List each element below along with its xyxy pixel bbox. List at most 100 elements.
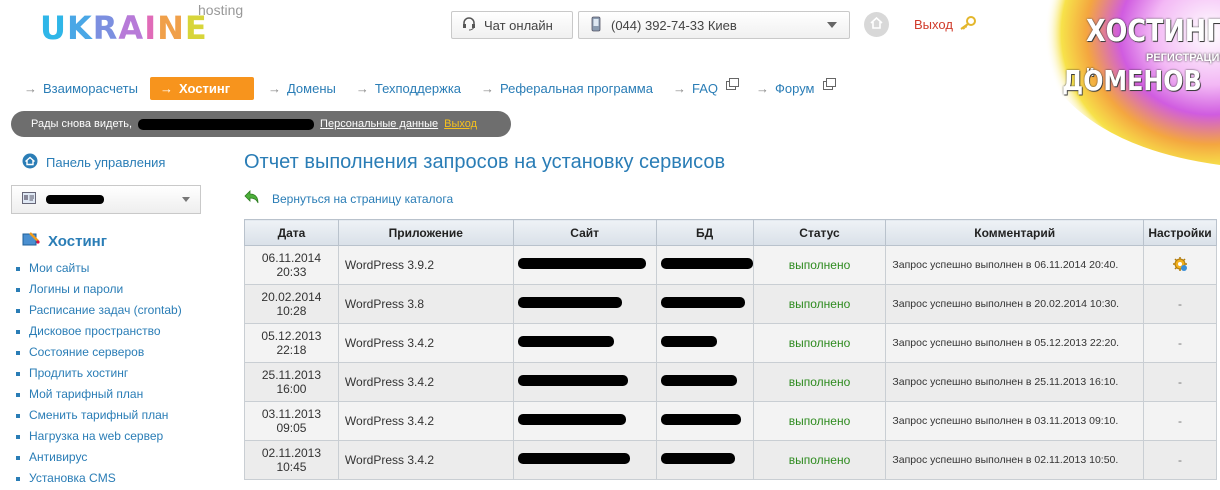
- back-to-catalog-link[interactable]: Вернуться на страницу каталога: [244, 189, 453, 208]
- sidebar-item-change-plan[interactable]: Сменить тарифный план: [16, 405, 182, 426]
- back-arrow-icon: [244, 189, 260, 208]
- cell-comment: Запрос успешно выполнен в 05.12.2013 22:…: [885, 323, 1144, 363]
- chat-online-button[interactable]: Чат онлайн: [451, 11, 573, 39]
- chevron-down-icon: [182, 197, 190, 202]
- sidebar-item-crontab[interactable]: Расписание задач (crontab): [16, 300, 182, 321]
- column-header-db[interactable]: БД: [655, 219, 754, 246]
- cell-comment: Запрос успешно выполнен в 06.11.2014 20:…: [885, 245, 1144, 285]
- phone-selected-value: (044) 392-74-33 Киев: [611, 17, 737, 33]
- sidebar-item-antivirus[interactable]: Антивирус: [16, 447, 182, 468]
- cell-date: 06.11.2014 20:33: [244, 245, 339, 285]
- phone-select[interactable]: (044) 392-74-33 Киев: [578, 11, 850, 39]
- nav-item-support[interactable]: → Техподдержка: [346, 77, 471, 100]
- column-header-date[interactable]: Дата: [244, 219, 339, 246]
- home-icon: [870, 16, 883, 32]
- settings-gear-icon[interactable]: [1172, 256, 1188, 275]
- nav-item-billing[interactable]: → Взаиморасчеты: [14, 77, 148, 100]
- arrow-right-icon: →: [756, 81, 769, 96]
- redacted-db: [660, 336, 717, 347]
- cell-date: 02.11.2013 10:45: [244, 440, 339, 480]
- bullet-icon: [16, 266, 20, 271]
- cell-site[interactable]: [512, 362, 657, 402]
- cell-site[interactable]: [512, 323, 657, 363]
- cell-app: WordPress 3.4.2: [337, 323, 514, 363]
- redacted-db: [660, 258, 753, 269]
- bullet-icon: [16, 350, 20, 355]
- cell-settings: -: [1142, 362, 1218, 402]
- nav-item-hosting[interactable]: → Хостинг: [149, 77, 254, 100]
- table-row: 06.11.2014 20:33 WordPress 3.9.2 выполнен…: [244, 245, 1218, 285]
- logout-link[interactable]: Выход: [914, 16, 977, 33]
- phone-icon: [591, 16, 601, 35]
- site-logo[interactable]: hosting UKRAINE: [40, 2, 243, 47]
- cell-db: [655, 440, 754, 480]
- table-row: 02.11.2013 10:45 WordPress 3.4.2 выполнен…: [244, 440, 1218, 480]
- cell-status: выполнено: [752, 284, 887, 324]
- sidebar-item-web-load[interactable]: Нагрузка на web сервер: [16, 426, 182, 447]
- personal-data-link[interactable]: Персональные данные: [320, 118, 438, 130]
- sidebar-item-my-plan[interactable]: Мой тарифный план: [16, 384, 182, 405]
- cell-date: 25.11.2013 16:00: [244, 362, 339, 402]
- cell-app: WordPress 3.8: [337, 284, 514, 324]
- table-row: 20.02.2014 10:28 WordPress 3.8 выполнено …: [244, 284, 1218, 324]
- column-header-app[interactable]: Приложение: [337, 219, 514, 246]
- cell-settings[interactable]: [1142, 245, 1218, 285]
- cell-site[interactable]: [512, 284, 657, 324]
- redacted-account-name: [46, 195, 104, 204]
- cell-site[interactable]: [512, 440, 657, 480]
- redacted-username: [138, 118, 315, 130]
- control-panel-label: Панель управления: [46, 155, 166, 170]
- nav-item-domains[interactable]: → Домены: [258, 77, 346, 100]
- bullet-icon: [16, 329, 20, 334]
- column-header-status[interactable]: Статус: [752, 219, 887, 246]
- table-row: 03.11.2013 09:05 WordPress 3.4.2 выполнен…: [244, 401, 1218, 441]
- cell-site[interactable]: [512, 401, 657, 441]
- key-icon: [959, 16, 977, 33]
- control-panel-link[interactable]: Панель управления: [22, 153, 165, 172]
- cell-site[interactable]: [512, 245, 657, 285]
- cell-db: [655, 323, 754, 363]
- sidebar-item-server-status[interactable]: Состояние серверов: [16, 342, 182, 363]
- sidebar-item-logins-passwords[interactable]: Логины и пароли: [16, 279, 182, 300]
- cell-status: выполнено: [752, 440, 887, 480]
- cell-app: WordPress 3.4.2: [337, 362, 514, 402]
- nav-item-faq[interactable]: → FAQ: [663, 77, 746, 100]
- column-header-comment[interactable]: Комментарий: [885, 219, 1144, 246]
- logo-wordmark: UKRAINE: [40, 9, 208, 47]
- external-link-icon: [726, 78, 739, 90]
- redacted-site: [517, 336, 614, 347]
- cell-status: выполнено: [752, 401, 887, 441]
- cell-date: 20.02.2014 10:28: [244, 284, 339, 324]
- redacted-site: [517, 297, 622, 308]
- cell-date: 03.11.2013 09:05: [244, 401, 339, 441]
- table-row: 25.11.2013 16:00 WordPress 3.4.2 выполнен…: [244, 362, 1218, 402]
- cell-comment: Запрос успешно выполнен в 03.11.2013 09:…: [885, 401, 1144, 441]
- redacted-db: [660, 297, 745, 308]
- sidebar-menu: Мои сайты Логины и пароли Расписание зад…: [16, 258, 182, 489]
- cell-db: [655, 401, 754, 441]
- redacted-site: [517, 453, 630, 464]
- account-select[interactable]: [11, 185, 201, 214]
- sidebar-item-install-cms[interactable]: Установка CMS: [16, 468, 182, 489]
- sidebar-item-disk-space[interactable]: Дисковое пространство: [16, 321, 182, 342]
- redacted-site: [517, 258, 646, 269]
- sidebar-item-my-sites[interactable]: Мои сайты: [16, 258, 182, 279]
- table-header-row: Дата Приложение Сайт БД Статус Комментар…: [244, 219, 1218, 246]
- column-header-site[interactable]: Сайт: [512, 219, 657, 246]
- cell-db: [655, 362, 754, 402]
- sidebar-item-extend-hosting[interactable]: Продлить хостинг: [16, 363, 182, 384]
- welcome-exit-link[interactable]: Выход: [444, 118, 477, 130]
- promo-banner[interactable]: ХОСТИНГ и РЕГИСТРАЦИЯ ДОМЕНОВ: [1028, 0, 1220, 165]
- logout-label: Выход: [914, 17, 953, 32]
- cell-comment: Запрос успешно выполнен в 20.02.2014 10:…: [885, 284, 1144, 324]
- chat-label: Чат онлайн: [484, 17, 553, 33]
- cell-status: выполнено: [752, 245, 887, 285]
- banner-title-domains: ДОМЕНОВ: [1062, 64, 1202, 97]
- cell-app: WordPress 3.4.2: [337, 401, 514, 441]
- nav-item-referral[interactable]: → Реферальная программа: [471, 77, 663, 100]
- home-button[interactable]: [864, 12, 889, 37]
- cell-db: [655, 245, 754, 285]
- column-header-settings[interactable]: Настройки: [1142, 219, 1218, 246]
- bullet-icon: [16, 308, 20, 313]
- nav-item-forum[interactable]: → Форум: [746, 77, 843, 100]
